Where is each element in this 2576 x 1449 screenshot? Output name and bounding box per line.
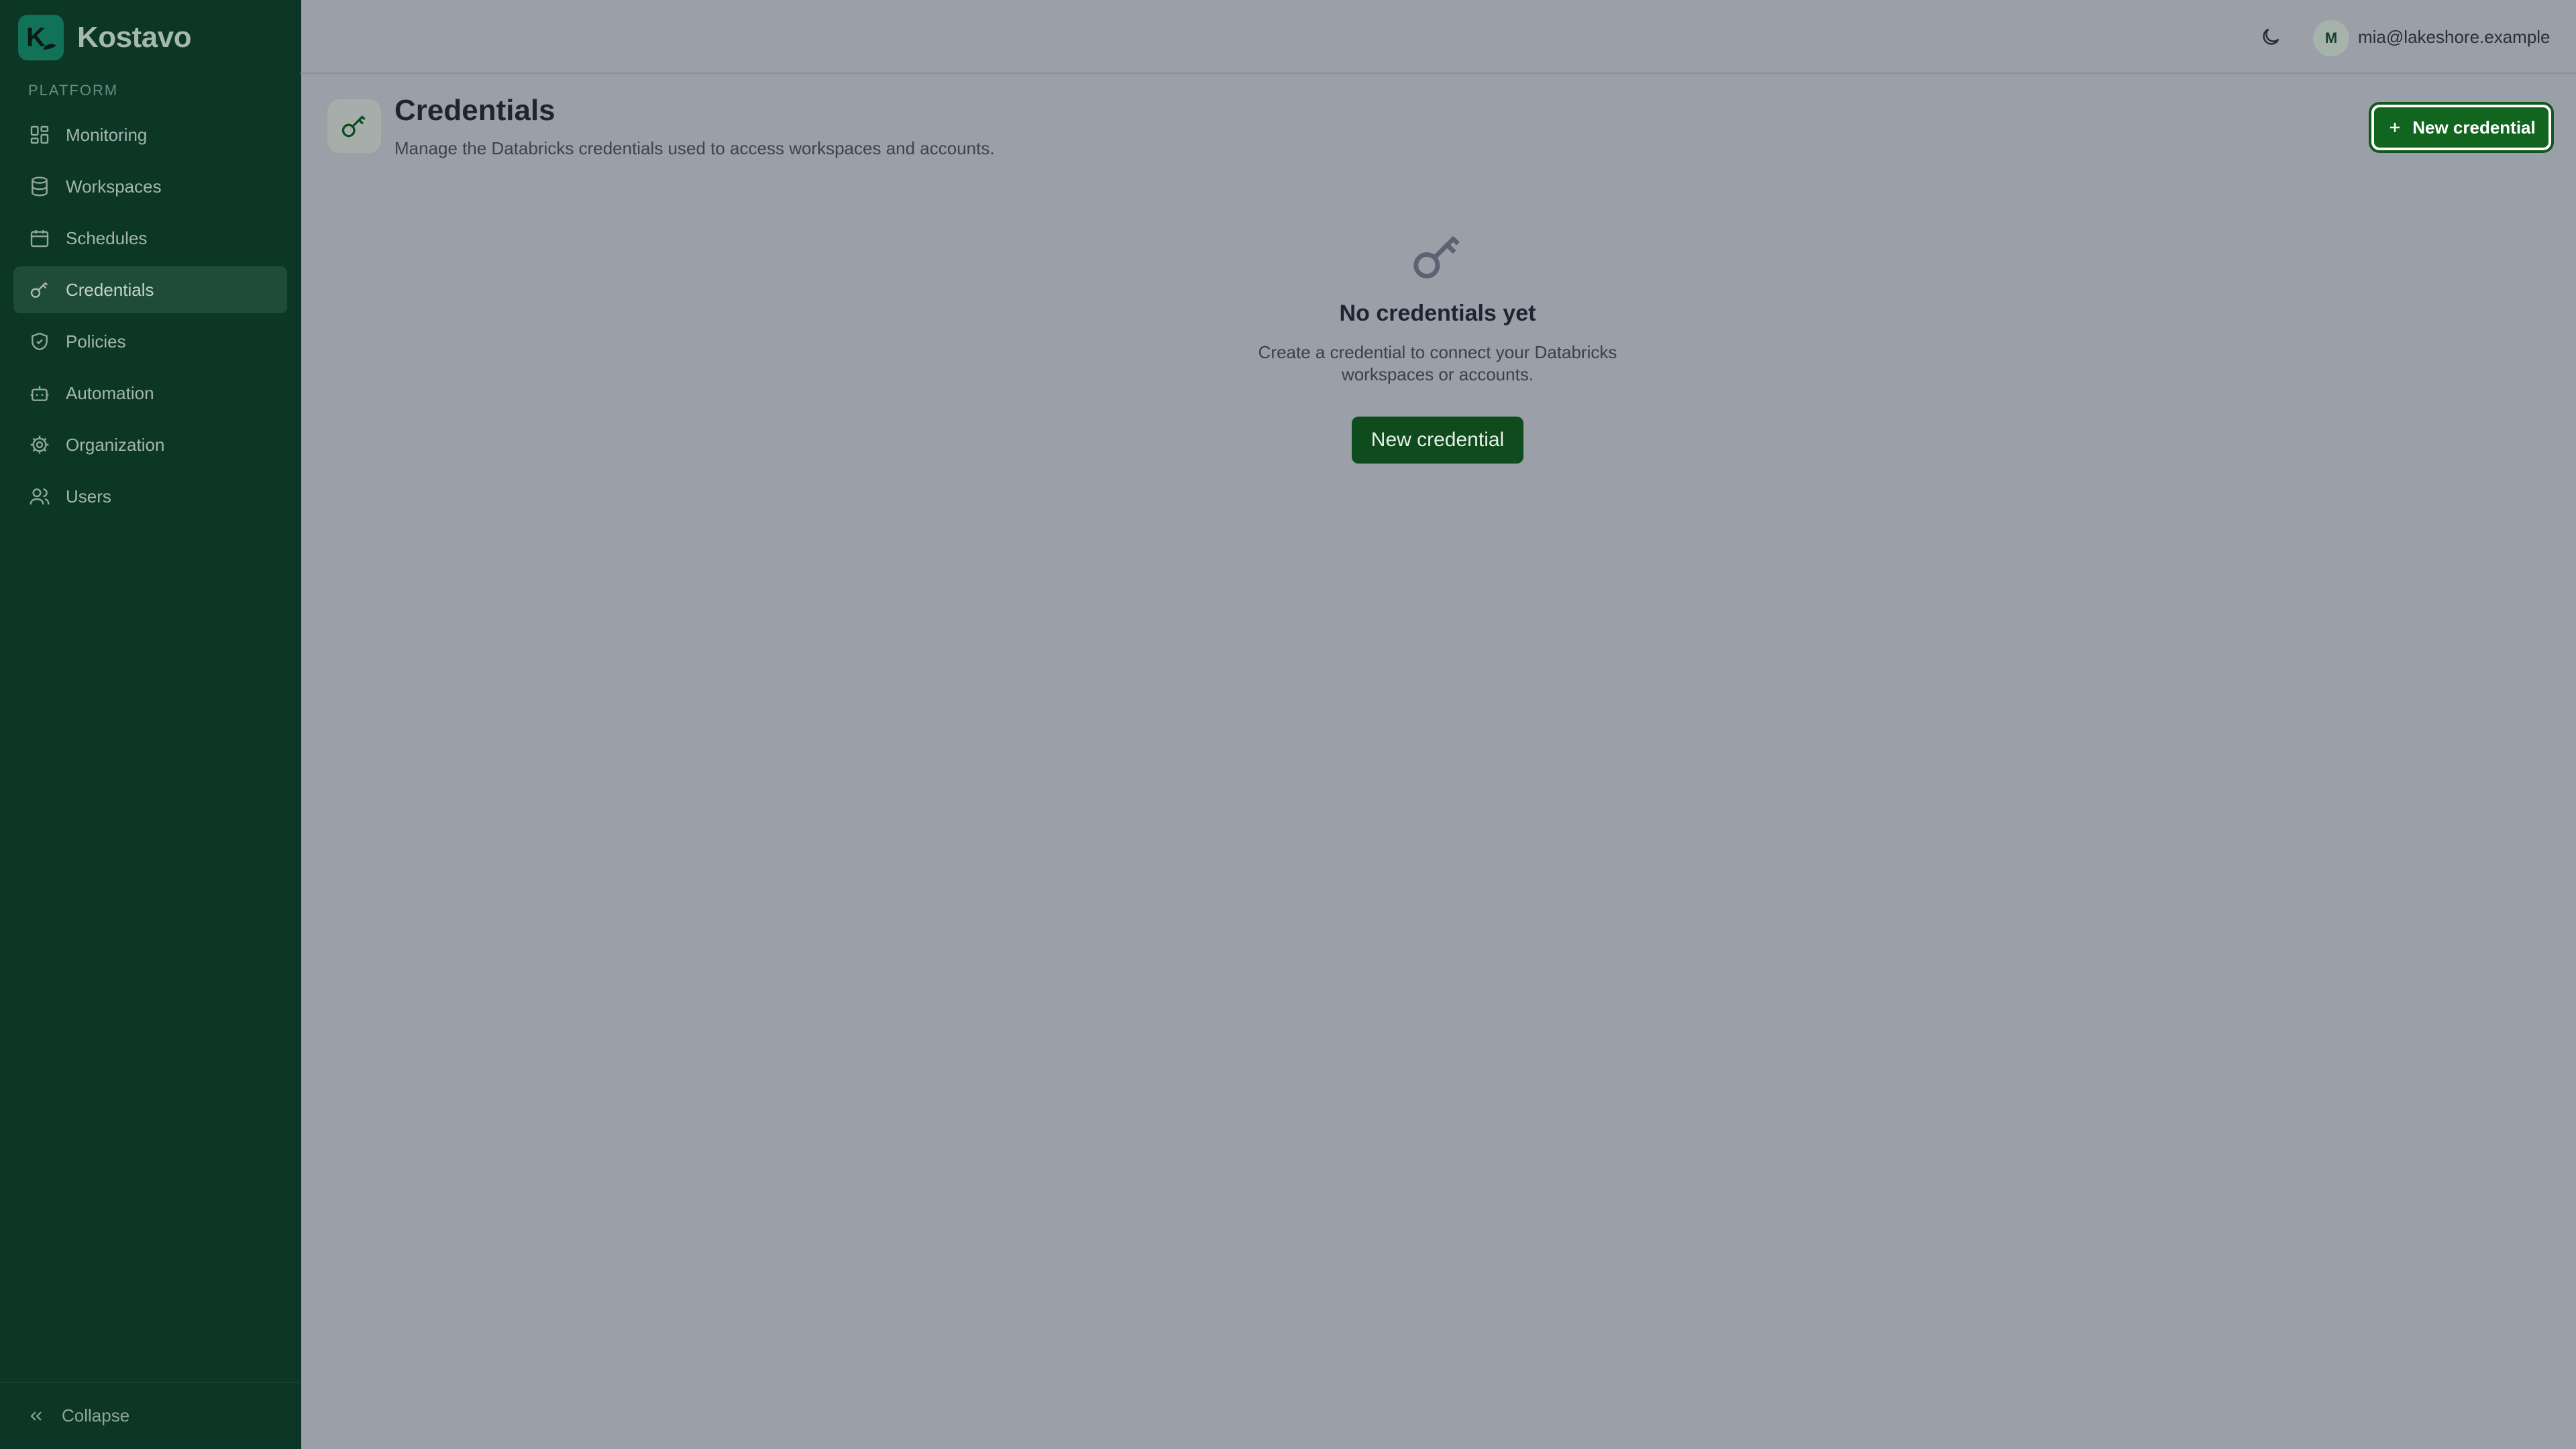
sidebar-item-workspaces[interactable]: Workspaces (13, 163, 287, 210)
shield-icon (28, 330, 51, 353)
sidebar-section-label: PLATFORM (28, 82, 119, 99)
bot-icon (28, 382, 51, 405)
brand-name: Kostavo (77, 21, 192, 54)
empty-state-description: Create a credential to connect your Data… (1258, 342, 1617, 384)
page-title: Credentials (394, 94, 555, 127)
key-icon (28, 278, 51, 301)
user-email[interactable]: mia@lakeshore.example (2358, 27, 2551, 48)
brand[interactable]: K Kostavo (18, 14, 192, 61)
topbar: M mia@lakeshore.example (301, 0, 2576, 74)
sidebar-item-users[interactable]: Users (13, 473, 287, 520)
sidebar-item-label: Organization (66, 434, 165, 455)
key-icon (1169, 228, 1706, 286)
plus-icon (2387, 119, 2403, 136)
dashboard-grid-icon (28, 123, 51, 146)
new-credential-button[interactable]: New credential (2371, 105, 2551, 150)
sidebar: K Kostavo PLATFORM Monitoring Workspaces… (0, 0, 301, 1449)
empty-state-new-credential-button[interactable]: New credential (1352, 417, 1523, 464)
sidebar-nav: Monitoring Workspaces Schedules Credenti… (13, 111, 287, 525)
leaf-icon (43, 44, 56, 50)
database-icon (28, 175, 51, 198)
sidebar-item-label: Policies (66, 331, 126, 352)
sidebar-item-label: Users (66, 486, 111, 506)
moon-icon (2263, 28, 2279, 45)
empty-state-title: No credentials yet (1339, 301, 1536, 326)
sidebar-item-schedules[interactable]: Schedules (13, 215, 287, 262)
key-icon (341, 115, 366, 138)
avatar[interactable]: M (2313, 20, 2349, 56)
sidebar-item-policies[interactable]: Policies (13, 318, 287, 365)
users-icon (28, 485, 51, 508)
theme-toggle-button[interactable] (2257, 23, 2285, 51)
calendar-icon (28, 227, 51, 250)
sidebar-item-label: Credentials (66, 279, 154, 300)
gear-icon (28, 433, 51, 456)
sidebar-item-label: Monitoring (66, 124, 148, 145)
chevrons-left-icon (30, 1411, 42, 1421)
collapse-button[interactable]: Collapse (0, 1382, 301, 1449)
brand-logo: K (18, 15, 64, 60)
sidebar-item-credentials[interactable]: Credentials (13, 266, 287, 313)
new-credential-button-label: New credential (2412, 117, 2536, 138)
sidebar-item-organization[interactable]: Organization (13, 421, 287, 468)
page-key-icon-badge (327, 99, 381, 153)
sidebar-item-automation[interactable]: Automation (13, 370, 287, 417)
empty-state: No credentials yet Create a credential t… (1169, 228, 1706, 464)
sidebar-item-label: Workspaces (66, 176, 162, 197)
collapse-label: Collapse (62, 1405, 130, 1426)
page-subtitle: Manage the Databricks credentials used t… (394, 138, 995, 158)
sidebar-item-label: Automation (66, 382, 154, 403)
sidebar-item-monitoring[interactable]: Monitoring (13, 111, 287, 158)
sidebar-item-label: Schedules (66, 227, 148, 248)
